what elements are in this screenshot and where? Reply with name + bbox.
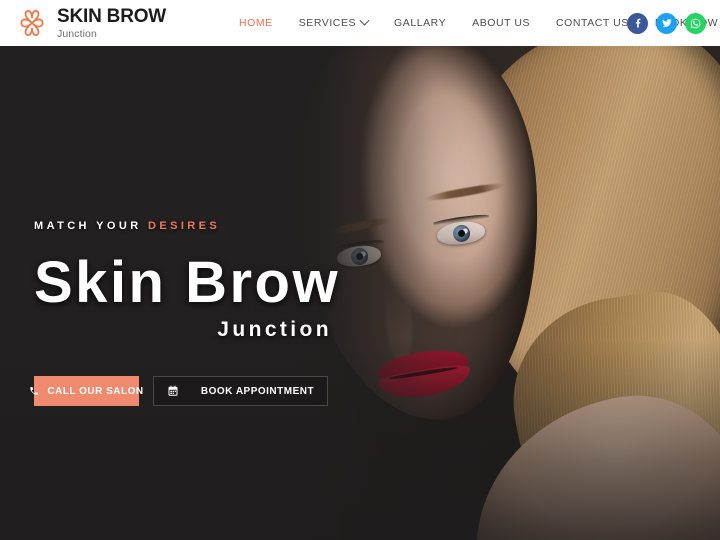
social-links [627, 0, 706, 46]
hero-eyebrow-plain: MATCH YOUR [34, 220, 142, 232]
chevron-down-icon [359, 15, 370, 26]
hero-section: MATCH YOUR DESIRES Skin Brow Junction CA… [0, 46, 720, 540]
page-root: SKIN BROW Junction HOME SERVICES GALLARY… [0, 0, 720, 540]
whatsapp-icon[interactable] [685, 12, 706, 34]
call-our-salon-button[interactable]: CALL OUR SALON [30, 376, 143, 406]
hero-cta-row: CALL OUR SALON BOOK APPOINTMENT [30, 376, 364, 406]
call-our-salon-label: CALL OUR SALON [47, 385, 144, 397]
nav-item-services[interactable]: SERVICES [286, 11, 381, 35]
nav-item-about-us[interactable]: ABOUT US [459, 11, 543, 35]
brand-title: SKIN BROW [57, 5, 167, 27]
brand-logo[interactable]: SKIN BROW Junction [16, 7, 166, 40]
twitter-icon[interactable] [656, 12, 677, 34]
hero-eyebrow: MATCH YOUR DESIRES [34, 220, 364, 232]
calendar-icon [167, 385, 179, 397]
brand-subtitle: Junction [57, 27, 97, 40]
nav-item-gallary-label: GALLARY [394, 17, 447, 29]
book-appointment-button[interactable]: BOOK APPOINTMENT [153, 376, 328, 406]
butterfly-clover-icon [16, 7, 48, 39]
book-appointment-label: BOOK APPOINTMENT [200, 385, 315, 397]
site-header: SKIN BROW Junction HOME SERVICES GALLARY… [0, 0, 720, 46]
hero-content: MATCH YOUR DESIRES Skin Brow Junction CA… [30, 220, 364, 406]
brand-text: SKIN BROW Junction [57, 7, 166, 40]
nav-item-about-us-label: ABOUT US [472, 17, 531, 29]
nav-item-home-label: HOME [239, 17, 273, 29]
hero-title: Skin Brow [34, 250, 341, 315]
phone-icon [29, 386, 39, 396]
nav-item-contact-us-label: CONTACT US [556, 17, 629, 29]
nav-item-services-label: SERVICES [298, 17, 357, 29]
nav-item-home[interactable]: HOME [226, 11, 286, 35]
hero-eyebrow-accent: DESIRES [148, 220, 221, 232]
nav-item-gallary[interactable]: GALLARY [381, 11, 459, 35]
hero-title-sub: Junction [217, 318, 332, 341]
facebook-icon[interactable] [627, 12, 648, 34]
